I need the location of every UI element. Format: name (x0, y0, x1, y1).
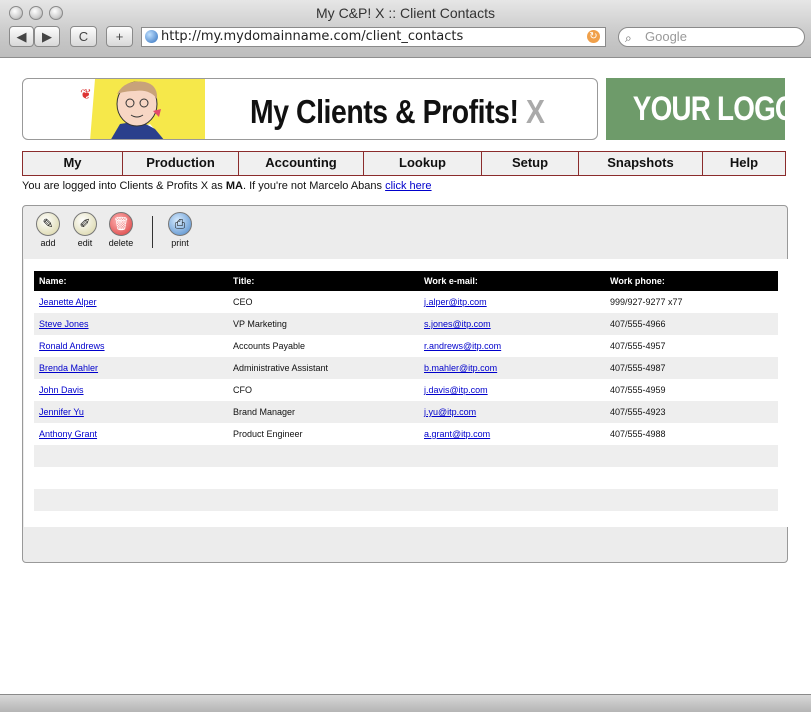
contact-phone: 407/555-4966 (610, 319, 666, 329)
cartoon-mascot-image: ❦ (77, 79, 205, 139)
add-bookmark-button[interactable]: + (106, 26, 133, 47)
menu-item-snapshots[interactable]: Snapshots (579, 152, 703, 175)
contact-name-link[interactable]: Ronald Andrews (39, 341, 105, 351)
contact-name-link[interactable]: Anthony Grant (39, 429, 97, 439)
empty-table-row (34, 467, 778, 489)
add-button[interactable]: ✎ add (33, 212, 63, 248)
contact-title: Administrative Assistant (233, 363, 329, 373)
login-middle: . If you're not Marcelo Abans (242, 180, 383, 192)
company-logo: YOUR LOGO HERE (606, 78, 785, 140)
login-user: MA (225, 180, 243, 192)
contact-phone: 999/927-9277 x77 (610, 297, 683, 307)
table-row[interactable]: Anthony Grant Product Engineer a.grant@i… (34, 423, 778, 445)
toolbar-divider (152, 216, 153, 248)
menu-item-accounting[interactable]: Accounting (239, 152, 364, 175)
table-row[interactable]: Jeanette Alper CEO j.alper@itp.com 999/9… (34, 291, 778, 313)
table-row[interactable]: Brenda Mahler Administrative Assistant b… (34, 357, 778, 379)
pencil-icon: ✎ (36, 212, 60, 236)
delete-label: delete (108, 238, 134, 248)
table-row[interactable]: Ronald Andrews Accounts Payable r.andrew… (34, 335, 778, 357)
contact-phone: 407/555-4988 (610, 429, 666, 439)
url-text: http://my.mydomainname.com/client_contac… (161, 29, 464, 44)
contact-phone: 407/555-4957 (610, 341, 666, 351)
table-header: Name: Title: Work e-mail: Work phone: (34, 271, 778, 291)
app-title-suffix: X (525, 93, 545, 130)
contact-phone: 407/555-4987 (610, 363, 666, 373)
login-status: You are logged into Clients & Profits X … (22, 180, 432, 192)
contact-title: CFO (233, 385, 252, 395)
main-menu: My Production Accounting Lookup Setup Sn… (22, 151, 786, 176)
contact-email-link[interactable]: b.mahler@itp.com (424, 363, 497, 373)
toolbar: ✎ add ✐ edit 🗑 delete ⎙ print (23, 206, 787, 258)
trash-icon: 🗑 (109, 212, 133, 236)
contact-name-link[interactable]: John Davis (39, 385, 84, 395)
logo-text: YOUR LOGO HERE (632, 90, 785, 128)
empty-table-row (34, 489, 778, 511)
header-phone: Work phone: (610, 276, 665, 286)
window-title: My C&P! X :: Client Contacts (316, 5, 495, 21)
print-button[interactable]: ⎙ print (165, 212, 195, 248)
contact-email-link[interactable]: j.alper@itp.com (424, 297, 487, 307)
menu-item-setup[interactable]: Setup (482, 152, 579, 175)
edit-button[interactable]: ✐ edit (70, 212, 100, 248)
contact-name-link[interactable]: Jeanette Alper (39, 297, 97, 307)
edit-label: edit (77, 238, 93, 248)
forward-button[interactable]: ▶ (34, 26, 60, 47)
app-title: My Clients & Profits! X (250, 93, 545, 131)
browser-statusbar (0, 694, 811, 712)
contact-email-link[interactable]: s.jones@itp.com (424, 319, 491, 329)
switch-user-link[interactable]: click here (385, 180, 431, 192)
contact-title: VP Marketing (233, 319, 287, 329)
contact-phone: 407/555-4959 (610, 385, 666, 395)
printer-icon: ⎙ (168, 212, 192, 236)
table-row[interactable]: Steve Jones VP Marketing s.jones@itp.com… (34, 313, 778, 335)
login-prefix: You are logged into Clients & Profits X … (22, 180, 223, 192)
back-button[interactable]: ◀ (9, 26, 34, 47)
contact-title: Accounts Payable (233, 341, 306, 351)
print-label: print (171, 238, 189, 248)
edit-icon: ✐ (73, 212, 97, 236)
contact-email-link[interactable]: a.grant@itp.com (424, 429, 490, 439)
contact-email-link[interactable]: j.davis@itp.com (424, 385, 488, 395)
delete-button[interactable]: 🗑 delete (106, 212, 136, 248)
contact-phone: 407/555-4923 (610, 407, 666, 417)
contact-name-link[interactable]: Jennifer Yu (39, 407, 84, 417)
contacts-table: Name: Title: Work e-mail: Work phone: Je… (24, 259, 788, 527)
address-bar[interactable]: http://my.mydomainname.com/client_contac… (141, 27, 606, 47)
header-title: Title: (233, 276, 255, 286)
menu-item-my[interactable]: My (23, 152, 123, 175)
empty-table-row (34, 445, 778, 467)
contact-email-link[interactable]: j.yu@itp.com (424, 407, 476, 417)
reload-button[interactable]: C (70, 26, 97, 47)
svg-text:❦: ❦ (80, 87, 92, 103)
table-row[interactable]: John Davis CFO j.davis@itp.com 407/555-4… (34, 379, 778, 401)
contact-name-link[interactable]: Steve Jones (39, 319, 89, 329)
refresh-icon[interactable]: ↻ (587, 30, 600, 43)
menu-item-production[interactable]: Production (123, 152, 239, 175)
search-field[interactable]: ⌕ Google (618, 27, 805, 47)
app-title-main: My Clients & Profits! (250, 93, 519, 130)
contact-name-link[interactable]: Brenda Mahler (39, 363, 98, 373)
header-name: Name: (39, 276, 67, 286)
menu-item-lookup[interactable]: Lookup (364, 152, 482, 175)
menu-item-help[interactable]: Help (703, 152, 785, 175)
app-banner: ❦ My Clients & Profits! X (22, 78, 598, 140)
contact-title: CEO (233, 297, 253, 307)
globe-icon (145, 30, 158, 43)
contact-title: Product Engineer (233, 429, 303, 439)
table-row[interactable]: Jennifer Yu Brand Manager j.yu@itp.com 4… (34, 401, 778, 423)
contact-title: Brand Manager (233, 407, 296, 417)
header-email: Work e-mail: (424, 276, 478, 286)
contact-email-link[interactable]: r.andrews@itp.com (424, 341, 501, 351)
browser-titlebar: My C&P! X :: Client Contacts ◀ ▶ C + htt… (0, 0, 811, 58)
contacts-panel: ✎ add ✐ edit 🗑 delete ⎙ print Name: Titl… (22, 205, 788, 563)
add-label: add (40, 238, 56, 248)
search-icon: ⌕ (625, 31, 632, 45)
search-placeholder: Google (645, 29, 687, 44)
